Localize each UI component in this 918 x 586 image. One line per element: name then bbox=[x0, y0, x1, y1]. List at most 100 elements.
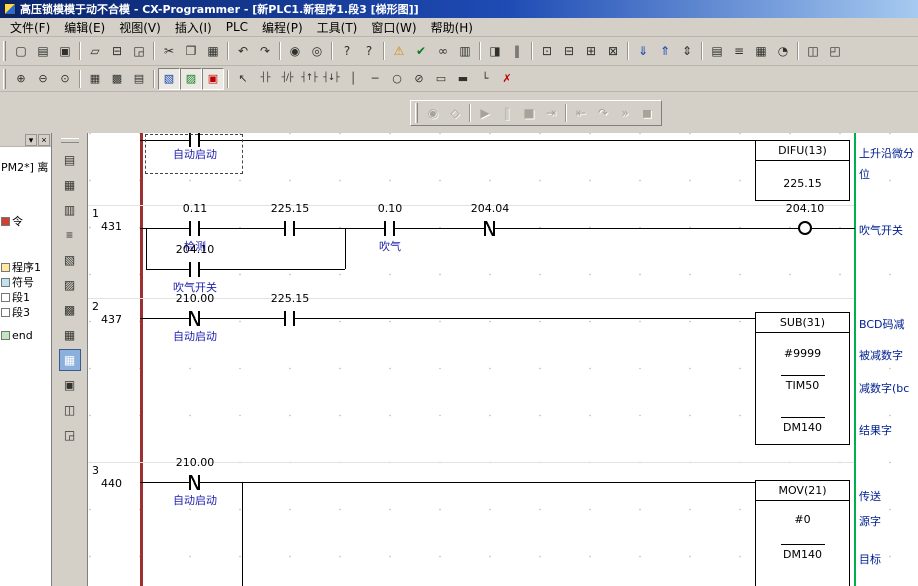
workspace-close-icon[interactable]: × bbox=[38, 134, 50, 146]
work-online-button[interactable]: ∞ bbox=[432, 40, 454, 62]
ladder-editor[interactable]: 自动启动 DIFU(13) 225.15 上升沿微分 位 1 431 0.11 … bbox=[88, 133, 918, 586]
cross-reference-icon[interactable]: ≡ bbox=[59, 224, 81, 246]
contact-0-11[interactable] bbox=[189, 221, 200, 236]
page-setup-button[interactable]: ▱ bbox=[84, 40, 106, 62]
replace-button[interactable]: ◎ bbox=[306, 40, 328, 62]
tree-item-section3[interactable]: 段3 bbox=[1, 304, 30, 320]
menu-program[interactable]: 编程(P) bbox=[255, 17, 310, 38]
sim-work-online-button[interactable]: ◉ bbox=[422, 102, 444, 124]
delete-tool-button[interactable]: ✗ bbox=[496, 68, 518, 90]
zoom-fit-button[interactable]: ⊙ bbox=[54, 68, 76, 90]
closed-or-contact-tool-button[interactable]: ┤↓├ bbox=[320, 68, 342, 90]
toggle-monitor-button[interactable]: ◨ bbox=[484, 40, 506, 62]
reset-tool-button[interactable]: └ bbox=[474, 68, 496, 90]
monitor-button[interactable]: ▥ bbox=[454, 40, 476, 62]
memory-button[interactable]: ▦ bbox=[750, 40, 772, 62]
zoom-window-icon[interactable]: ◫ bbox=[59, 399, 81, 421]
vertical-line-tool-button[interactable]: │ bbox=[342, 68, 364, 90]
tile-window-button[interactable]: ◰ bbox=[824, 40, 846, 62]
tree-item-plc[interactable]: PM2*] 离 bbox=[1, 159, 48, 175]
paste-button[interactable]: ▦ bbox=[202, 40, 224, 62]
sub-block[interactable]: SUB(31) #9999 TIM50 DM140 bbox=[755, 312, 850, 445]
open-button[interactable]: ▤ bbox=[32, 40, 54, 62]
mov-block[interactable]: MOV(21) #0 DM140 bbox=[755, 480, 850, 586]
transfer-to-plc-button[interactable]: ⇓ bbox=[632, 40, 654, 62]
menu-window[interactable]: 窗口(W) bbox=[364, 17, 423, 38]
toolbar-grip[interactable] bbox=[415, 103, 418, 123]
or-contact-tool-button[interactable]: ┤↑├ bbox=[298, 68, 320, 90]
find-button[interactable]: ◉ bbox=[284, 40, 306, 62]
toolbar-grip[interactable] bbox=[3, 41, 6, 61]
tree-item-section1[interactable]: 段1 bbox=[1, 289, 30, 305]
sim-step-in-button[interactable]: ⇤ bbox=[570, 102, 592, 124]
tree-item-command[interactable]: 令 bbox=[1, 213, 23, 229]
annotation-view-button[interactable]: ▨ bbox=[180, 68, 202, 90]
contact-225-15[interactable] bbox=[284, 221, 295, 236]
menu-edit[interactable]: 编辑(E) bbox=[57, 17, 112, 38]
print-preview-button[interactable]: ◲ bbox=[128, 40, 150, 62]
monitor-window-icon[interactable]: ▣ bbox=[59, 374, 81, 396]
sim-break-button[interactable]: ◼ bbox=[636, 102, 658, 124]
closed-contact-210-00[interactable] bbox=[189, 475, 200, 490]
contact-225-15[interactable] bbox=[284, 311, 295, 326]
sim-step-over-button[interactable]: ↷ bbox=[592, 102, 614, 124]
tree-item-symbols[interactable]: 符号 bbox=[1, 274, 34, 290]
menu-plc[interactable]: PLC bbox=[219, 18, 255, 36]
sim-pause-button[interactable]: ‖ bbox=[496, 102, 518, 124]
program-check-button[interactable]: ✔ bbox=[410, 40, 432, 62]
snap-grid-button[interactable]: ▩ bbox=[106, 68, 128, 90]
program-mode-button[interactable]: ⊡ bbox=[536, 40, 558, 62]
debug-mode-button[interactable]: ⊟ bbox=[558, 40, 580, 62]
ladder-view-icon[interactable]: ▦ bbox=[59, 349, 81, 371]
zoom-in-button[interactable]: ⊕ bbox=[10, 68, 32, 90]
sim-run-button[interactable]: ▶ bbox=[474, 102, 496, 124]
plc-clock-button[interactable]: ◔ bbox=[772, 40, 794, 62]
compile-button[interactable]: ⚠ bbox=[388, 40, 410, 62]
zoom-out-button[interactable]: ⊖ bbox=[32, 68, 54, 90]
sim-step-run-button[interactable]: ⇥ bbox=[540, 102, 562, 124]
watch-window-icon[interactable]: ▥ bbox=[59, 199, 81, 221]
difu-block[interactable]: DIFU(13) 225.15 bbox=[755, 140, 850, 201]
context-help-button[interactable]: ? bbox=[358, 40, 380, 62]
copy-button[interactable]: ❐ bbox=[180, 40, 202, 62]
cascade-window-button[interactable]: ◫ bbox=[802, 40, 824, 62]
instruction-tool-button[interactable]: ▭ bbox=[430, 68, 452, 90]
menu-tools[interactable]: 工具(T) bbox=[310, 17, 365, 38]
toolbar-grip[interactable] bbox=[3, 69, 6, 89]
menu-view[interactable]: 视图(V) bbox=[112, 17, 168, 38]
inverted-instruction-tool-button[interactable]: ▬ bbox=[452, 68, 474, 90]
contact-tool-button[interactable]: ┤├ bbox=[254, 68, 276, 90]
section-list-icon[interactable]: ▩ bbox=[59, 299, 81, 321]
monitor-mode-button[interactable]: ⊞ bbox=[580, 40, 602, 62]
sim-continuous-run-button[interactable]: » bbox=[614, 102, 636, 124]
branch-contact-204-10[interactable] bbox=[189, 262, 200, 277]
undo-button[interactable]: ↶ bbox=[232, 40, 254, 62]
closed-coil-tool-button[interactable]: ⊘ bbox=[408, 68, 430, 90]
print-button[interactable]: ⊟ bbox=[106, 40, 128, 62]
menu-help[interactable]: 帮助(H) bbox=[424, 17, 480, 38]
run-mode-button[interactable]: ⊠ bbox=[602, 40, 624, 62]
plc-settings-button[interactable]: ≡ bbox=[728, 40, 750, 62]
io-comment-view-button[interactable]: ▧ bbox=[158, 68, 180, 90]
help-button[interactable]: ? bbox=[336, 40, 358, 62]
tree-item-end[interactable]: end bbox=[1, 329, 33, 342]
coil-tool-button[interactable]: ○ bbox=[386, 68, 408, 90]
horizontal-line-tool-button[interactable]: ─ bbox=[364, 68, 386, 90]
output-window-icon[interactable]: ▦ bbox=[59, 174, 81, 196]
closed-contact-210-00[interactable] bbox=[189, 311, 200, 326]
properties-window-icon[interactable]: ◲ bbox=[59, 424, 81, 446]
cut-button[interactable]: ✂ bbox=[158, 40, 180, 62]
redo-button[interactable]: ↷ bbox=[254, 40, 276, 62]
closed-contact-204-04[interactable] bbox=[484, 221, 495, 236]
symbol-table-icon[interactable]: ▨ bbox=[59, 274, 81, 296]
closed-contact-tool-button[interactable]: ┤/├ bbox=[276, 68, 298, 90]
rung-comment-button[interactable]: ▤ bbox=[128, 68, 150, 90]
mnemonic-view-icon[interactable]: ▦ bbox=[59, 324, 81, 346]
transfer-from-plc-button[interactable]: ⇑ bbox=[654, 40, 676, 62]
tree-item-program1[interactable]: 程序1 bbox=[1, 259, 41, 275]
save-button[interactable]: ▣ bbox=[54, 40, 76, 62]
workspace-dropdown-icon[interactable]: ▾ bbox=[25, 134, 37, 146]
sim-mode-button[interactable]: ◇ bbox=[444, 102, 466, 124]
pause-monitor-button[interactable]: ‖ bbox=[506, 40, 528, 62]
workspace-window-icon[interactable]: ▤ bbox=[59, 149, 81, 171]
